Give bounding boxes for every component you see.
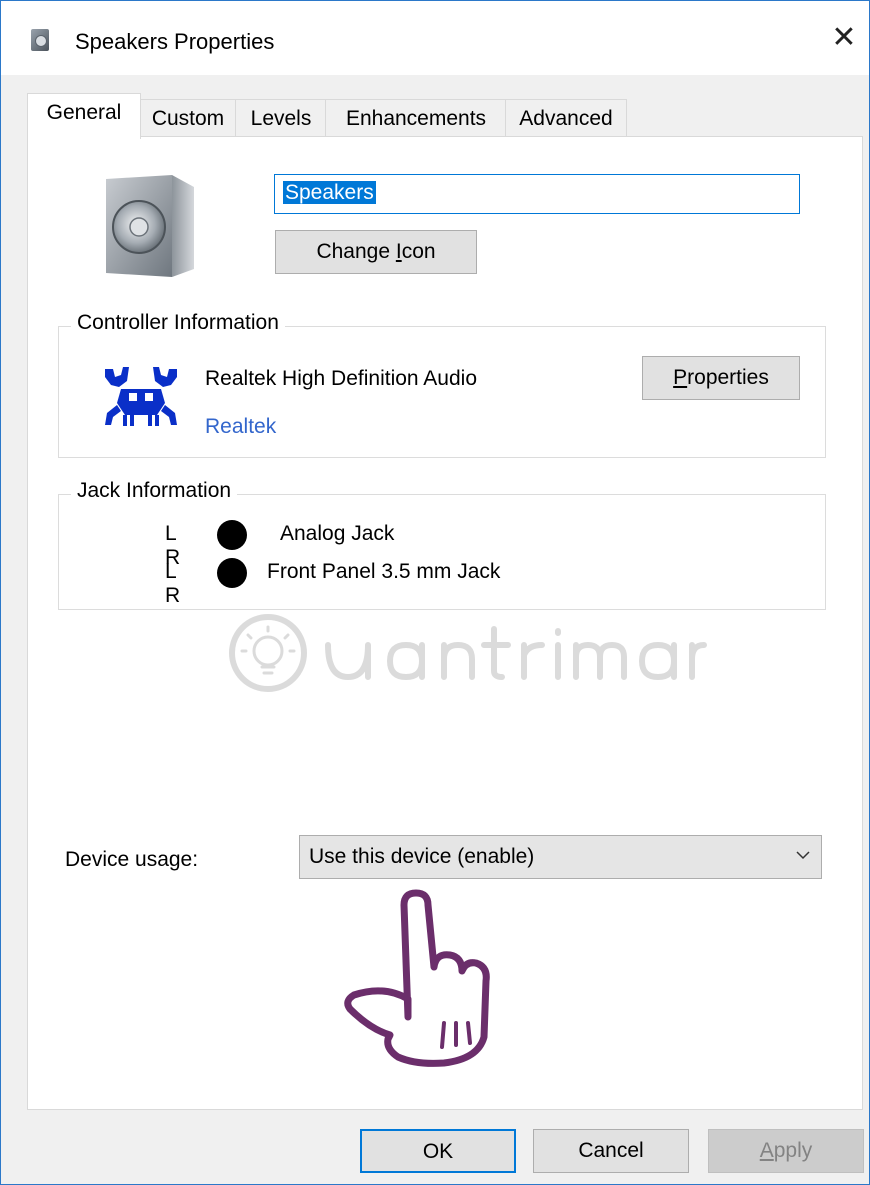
watermark-logo (229, 614, 707, 692)
controller-properties-button[interactable]: Properties (642, 356, 800, 400)
tab-advanced[interactable]: Advanced (505, 99, 627, 138)
jack-information-group: Jack Information L R Analog Jack L R Fro… (58, 479, 826, 610)
tab-custom[interactable]: Custom (139, 99, 237, 138)
properties-label-post: roperties (687, 366, 769, 389)
apply-label-post: pply (773, 1139, 813, 1162)
realtek-crab-icon (105, 367, 177, 426)
chevron-down-icon (796, 851, 810, 860)
change-icon-label-post: con (401, 240, 436, 263)
window-title: Speakers Properties (75, 29, 275, 54)
apply-button[interactable]: Apply (708, 1129, 864, 1173)
tab-general[interactable]: General (27, 93, 141, 139)
pointing-hand-icon (344, 889, 490, 1067)
cancel-button[interactable]: Cancel (533, 1129, 689, 1173)
tab-levels[interactable]: Levels (235, 99, 327, 138)
device-usage-label: Device usage: (65, 848, 199, 871)
apply-label-accel: A (759, 1139, 774, 1162)
controller-vendor-link[interactable]: Realtek (205, 415, 276, 439)
speaker-icon (106, 175, 194, 277)
properties-label-accel: P (673, 366, 688, 389)
speaker-icon (31, 29, 49, 51)
speakers-properties-window: Speakers Properties ✕ General Custom Lev… (0, 0, 870, 1185)
change-icon-label-pre: Change (316, 240, 396, 263)
jack-channels: L R (165, 560, 181, 607)
ok-button[interactable]: OK (360, 1129, 516, 1173)
jack-label: Analog Jack (280, 522, 395, 545)
device-usage-value: Use this device (enable) (309, 845, 535, 868)
controller-group-title: Controller Information (71, 311, 285, 335)
device-name-selection: Speakers (283, 181, 376, 204)
title-bar[interactable]: Speakers Properties ✕ (1, 1, 869, 75)
device-name-input[interactable]: Speakers (274, 174, 800, 214)
jack-label: Front Panel 3.5 mm Jack (267, 560, 501, 583)
controller-information-group: Controller Information Realtek High Defi… (58, 311, 826, 458)
jack-group-title: Jack Information (71, 479, 238, 503)
close-icon[interactable]: ✕ (819, 15, 869, 61)
jack-dot-icon (217, 520, 247, 550)
change-icon-button[interactable]: Change Icon (275, 230, 477, 274)
tab-enhancements[interactable]: Enhancements (325, 99, 507, 138)
controller-name: Realtek High Definition Audio (205, 367, 477, 390)
jack-dot-icon (217, 558, 247, 588)
general-panel: Speakers Change Icon Controller Informat… (27, 136, 863, 1110)
